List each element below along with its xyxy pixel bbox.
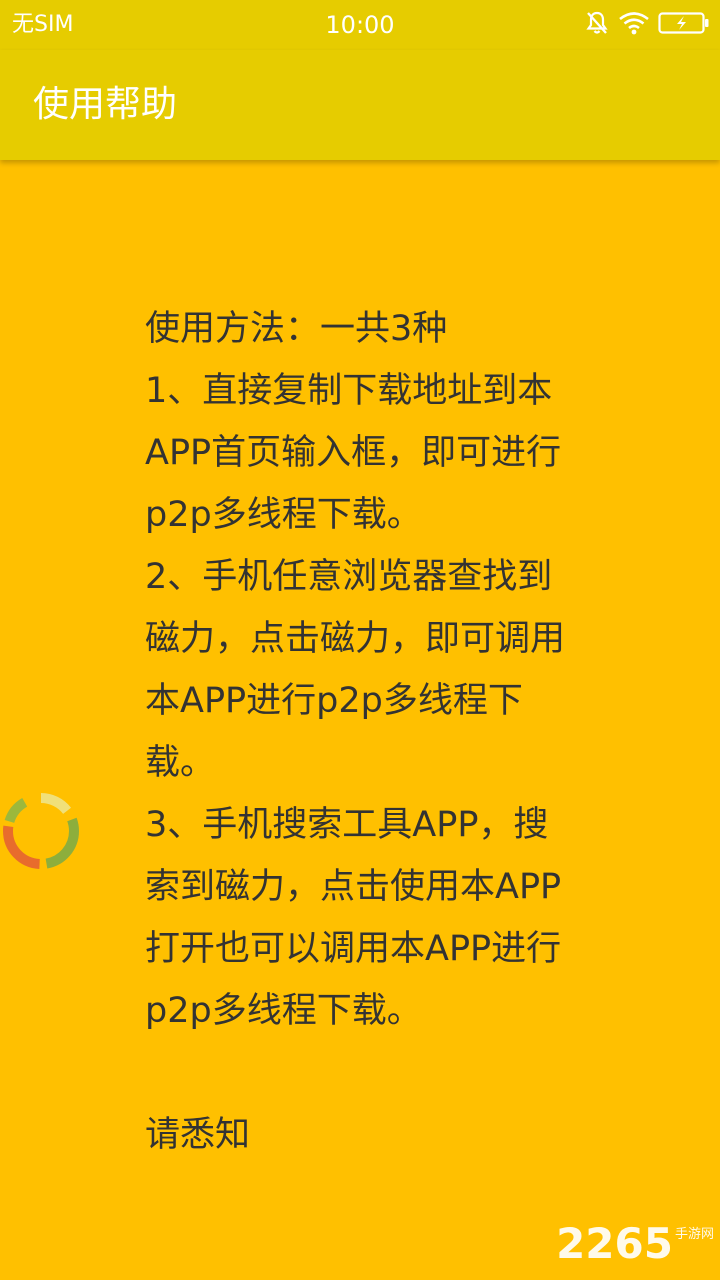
- watermark-number: 2265: [556, 1219, 673, 1268]
- page-title: 使用帮助: [33, 84, 178, 125]
- battery-charging-icon: [658, 10, 710, 40]
- status-bar: 无SIM 10:00: [0, 0, 720, 50]
- wifi-icon: [618, 10, 650, 40]
- help-method-1: 1、直接复制下载地址到本APP首页输入框，即可进行p2p多线程下载。: [145, 371, 562, 535]
- app-bar: 使用帮助: [0, 50, 720, 160]
- watermark-sub: 手游网: [674, 1227, 714, 1242]
- help-method-3: 3、手机搜索工具APP，搜索到磁力，点击使用本APP打开也可以调用本APP进行p…: [145, 805, 562, 1031]
- help-content: 使用方法：一共3种 1、直接复制下载地址到本APP首页输入框，即可进行p2p多线…: [145, 298, 565, 1166]
- loading-spinner-icon: [0, 788, 84, 874]
- help-notice: 请悉知: [145, 1115, 251, 1155]
- help-method-2: 2、手机任意浏览器查找到磁力，点击磁力，即可调用本APP进行p2p多线程下载。: [145, 557, 566, 783]
- alarm-off-icon: [584, 10, 610, 40]
- help-intro: 使用方法：一共3种: [145, 309, 448, 349]
- watermark-logo: 2265 手游网: [556, 1222, 714, 1266]
- status-icons: [584, 11, 710, 39]
